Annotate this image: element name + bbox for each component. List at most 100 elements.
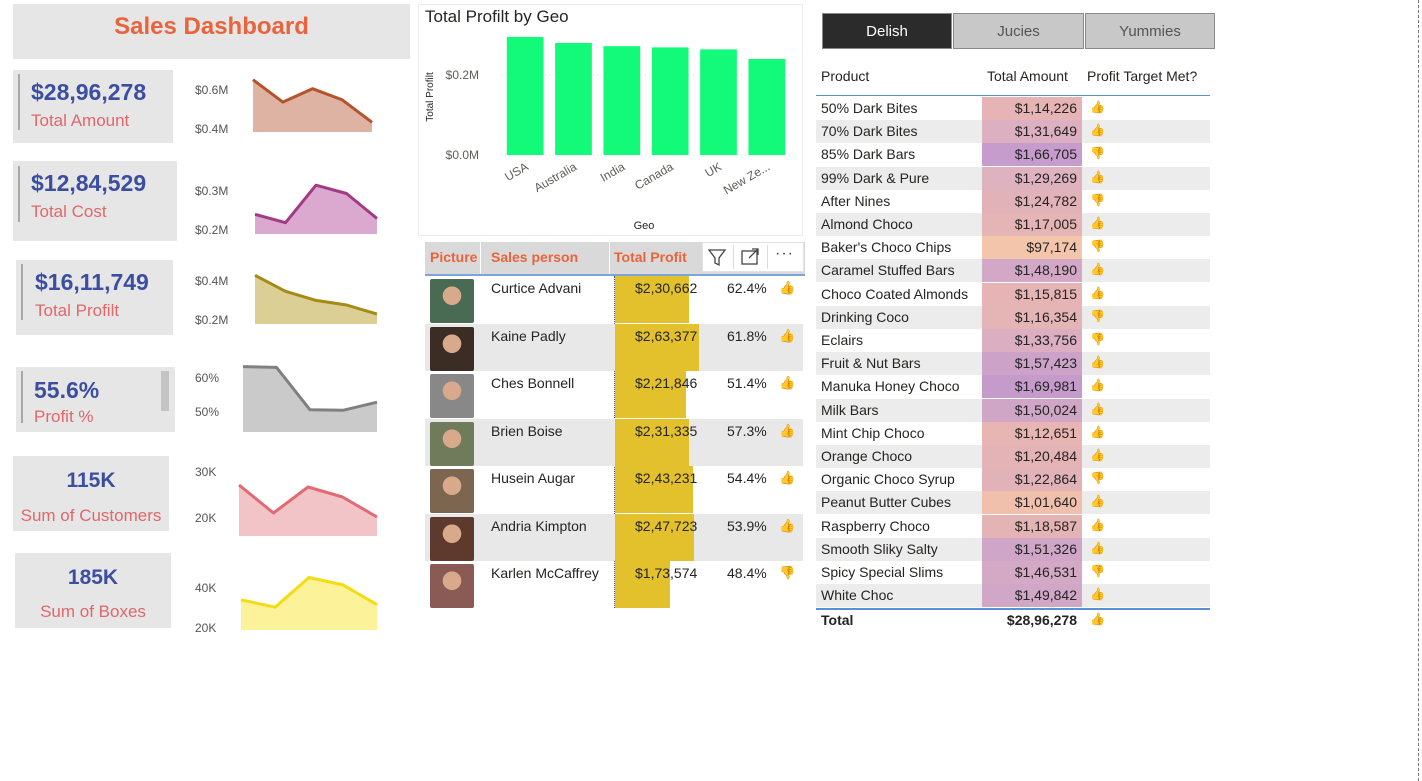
table-row[interactable]: After Nines $1,24,782 👎 xyxy=(816,189,1210,213)
table-row[interactable]: Drinking Coco $1,16,354 👎 xyxy=(816,305,1210,329)
thumbs-up-icon: 👍 xyxy=(1090,612,1105,627)
product-name: Fruit & Nut Bars xyxy=(821,355,921,372)
kpi-card-boxes[interactable]: 185K Sum of Boxes xyxy=(15,553,171,628)
table-row[interactable]: 99% Dark & Pure $1,29,269 👍 xyxy=(816,166,1210,190)
table-row[interactable]: Orange Choco $1,20,484 👍 xyxy=(816,445,1210,468)
person-photo xyxy=(430,374,474,418)
product-name: Orange Choco xyxy=(821,448,913,464)
kpi-label: Profit % xyxy=(34,407,94,426)
tab-jucies[interactable]: Jucies xyxy=(953,13,1084,49)
table-row[interactable]: Baker's Choco Chips $97,174 👎 xyxy=(816,236,1210,260)
amount-cell: $1,66,705 xyxy=(982,143,1082,167)
profit-value: $2,43,231 xyxy=(635,470,698,486)
person-photo xyxy=(430,326,474,371)
amount-cell: $1,16,354 xyxy=(982,305,1082,329)
tab-delish[interactable]: Delish xyxy=(822,13,952,49)
sparkline-axis-label: 40K xyxy=(195,581,217,595)
person-photo xyxy=(430,279,474,323)
filter-icon[interactable] xyxy=(706,246,728,268)
column-header-sales-person[interactable]: Sales person xyxy=(491,249,578,265)
table-row[interactable]: Curtice Advani $2,30,662 62.4% 👍 xyxy=(425,276,803,323)
column-header-product[interactable]: Product xyxy=(821,68,869,84)
sales-person-name: Kaine Padly xyxy=(491,327,566,344)
thumbs-up-icon: 👍 xyxy=(1090,424,1105,439)
y-axis-label: Total Profilt xyxy=(425,72,436,122)
table-row[interactable]: White Choc $1,49,842 👍 xyxy=(816,584,1210,608)
table-row[interactable]: Caramel Stuffed Bars $1,48,190 👍 xyxy=(816,259,1210,283)
sales-person-table[interactable]: Picture Sales person Total Profit ··· Cu… xyxy=(425,242,805,612)
table-row[interactable]: Choco Coated Almonds $1,15,815 👍 xyxy=(816,282,1210,306)
bar-2[interactable] xyxy=(603,46,641,156)
sparkline-axis-label: $0.6M xyxy=(195,83,229,97)
profit-value: $2,21,846 xyxy=(635,375,698,391)
column-header-profit-target[interactable]: Profit Target Met? xyxy=(1087,68,1197,84)
bar-5[interactable] xyxy=(748,59,786,155)
profit-percent: 48.4% xyxy=(727,565,767,581)
table-row[interactable]: Ches Bonnell $2,21,846 51.4% 👍 xyxy=(425,371,803,418)
sparkline-axis-label: $0.4M xyxy=(195,122,229,136)
table-row[interactable]: 50% Dark Bites $1,14,226 👍 xyxy=(816,97,1210,120)
table-row[interactable]: Andria Kimpton $2,47,723 53.9% 👍 xyxy=(425,513,803,561)
sales-person-name: Curtice Advani xyxy=(491,280,582,296)
profit-value: $2,30,662 xyxy=(635,280,698,296)
kpi-label: Total Profilt xyxy=(35,301,120,320)
kpi-scrollbar[interactable] xyxy=(161,371,169,411)
column-header-total-amount[interactable]: Total Amount xyxy=(987,68,1068,84)
bar-1[interactable] xyxy=(555,43,592,155)
product-name: Spicy Special Slims xyxy=(821,564,944,580)
product-name: Peanut Butter Cubes xyxy=(821,494,951,511)
table-row[interactable]: Smooth Sliky Salty $1,51,326 👍 xyxy=(816,537,1210,561)
sparkline-customers xyxy=(238,483,378,536)
geo-profit-chart[interactable]: Total Profilt by Geo $0.0M $0.2M Total Pro… xyxy=(418,4,803,236)
table-row[interactable]: Organic Choco Syrup $1,22,864 👎 xyxy=(816,468,1210,492)
bar-4[interactable] xyxy=(700,49,737,155)
product-name: Almond Choco xyxy=(821,216,913,232)
product-name: Choco Coated Almonds xyxy=(821,285,969,302)
more-options-icon[interactable]: ··· xyxy=(775,245,794,263)
table-row[interactable]: Brien Boise $2,31,335 57.3% 👍 xyxy=(425,418,803,466)
table-row[interactable]: Mint Chip Choco $1,12,651 👍 xyxy=(816,421,1210,445)
table-row[interactable]: 85% Dark Bars $1,66,705 👎 xyxy=(816,143,1210,167)
table-row[interactable]: Eclairs $1,33,756 👎 xyxy=(816,329,1210,352)
table-row[interactable]: Kaine Padly $2,63,377 61.8% 👍 xyxy=(425,323,803,371)
table-row[interactable]: Peanut Butter Cubes $1,01,640 👍 xyxy=(816,491,1210,515)
sparkline-total-profit xyxy=(254,273,378,324)
sparkline-boxes xyxy=(240,576,378,630)
sparkline-axis-label: $0.4M xyxy=(195,274,229,288)
thumbs-up-icon: 👍 xyxy=(1090,517,1105,532)
amount-cell: $1,24,782 xyxy=(982,189,1082,213)
table-row[interactable]: Manuka Honey Choco $1,69,981 👍 xyxy=(816,375,1210,399)
table-row[interactable]: Spicy Special Slims $1,46,531 👎 xyxy=(816,561,1210,584)
kpi-label: Sum of Customers xyxy=(20,506,162,525)
kpi-card-customers[interactable]: 115K Sum of Customers xyxy=(13,456,169,531)
kpi-card-profit-pct[interactable]: 55.6% Profit % xyxy=(16,367,175,432)
table-row[interactable]: Milk Bars $1,50,024 👍 xyxy=(816,398,1210,422)
amount-cell: $1,22,864 xyxy=(982,468,1082,492)
column-header-picture[interactable]: Picture xyxy=(430,249,477,265)
thumbs-up-icon: 👍 xyxy=(779,517,796,533)
kpi-card-total-cost[interactable]: $12,84,529 Total Cost xyxy=(13,161,177,241)
kpi-card-total-amount[interactable]: $28,96,278 Total Amount xyxy=(13,70,173,143)
table-row[interactable]: Fruit & Nut Bars $1,57,423 👍 xyxy=(816,352,1210,376)
thumbs-up-icon: 👍 xyxy=(1090,216,1105,230)
tab-yummies[interactable]: Yummies xyxy=(1085,13,1215,49)
thumbs-down-icon: 👎 xyxy=(1090,564,1105,578)
amount-cell: $1,50,024 xyxy=(982,398,1082,422)
table-row[interactable]: Karlen McCaffrey $1,73,574 48.4% 👎 xyxy=(425,561,803,608)
amount-cell: $1,12,651 xyxy=(982,421,1082,445)
thumbs-down-icon: 👎 xyxy=(779,565,796,580)
table-row[interactable]: 70% Dark Bites $1,31,649 👍 xyxy=(816,120,1210,144)
kpi-card-total-profit[interactable]: $16,11,749 Total Profilt xyxy=(16,260,173,335)
bar-0[interactable] xyxy=(506,37,544,155)
product-name: 70% Dark Bites xyxy=(821,123,918,140)
focus-mode-icon[interactable] xyxy=(739,246,761,268)
x-tick-label: UK xyxy=(703,159,724,179)
product-name: Caramel Stuffed Bars xyxy=(821,262,955,279)
table-row[interactable]: Husein Augar $2,43,231 54.4% 👍 xyxy=(425,466,803,513)
profit-percent: 51.4% xyxy=(727,375,767,391)
table-row[interactable]: Raspberry Choco $1,18,587 👍 xyxy=(816,514,1210,538)
product-name: 85% Dark Bars xyxy=(821,146,916,163)
column-header-total-profit[interactable]: Total Profit xyxy=(614,249,687,265)
table-row[interactable]: Almond Choco $1,17,005 👍 xyxy=(816,213,1210,236)
bar-3[interactable] xyxy=(651,47,689,155)
